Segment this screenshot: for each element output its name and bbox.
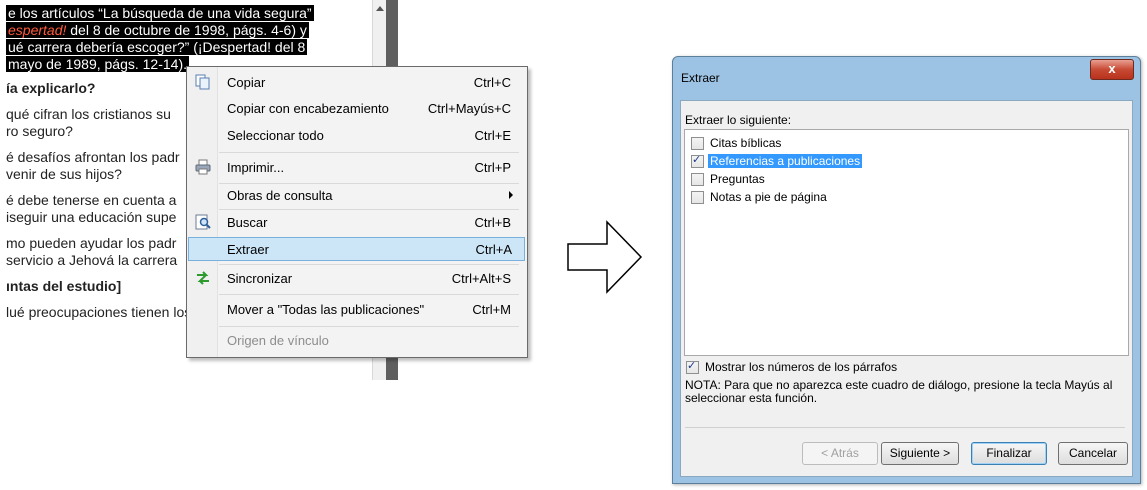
doc-line: mayo de 1989, págs. 12-14). <box>6 56 190 72</box>
menu-item-reference-works[interactable]: Obras de consulta <box>189 184 523 206</box>
menu-item-label: Mover a "Todas las publicaciones" <box>227 302 425 317</box>
doc-line: e los artículos “La búsqueda de una vida… <box>6 5 314 21</box>
menu-item-label: Obras de consulta <box>227 188 333 203</box>
menu-item-copy-with-header[interactable]: Copiar con encabezamiento Ctrl+Mayús+C <box>189 97 523 119</box>
menu-separator <box>219 209 519 210</box>
menu-item-label: Sincronizar <box>227 271 293 286</box>
close-button[interactable]: x <box>1090 59 1134 80</box>
doc-heading: ıntas del estudio] <box>6 278 122 294</box>
menu-item-synchronize[interactable]: Sincronizar Ctrl+Alt+S <box>189 267 523 289</box>
scroll-up-icon[interactable] <box>376 6 384 11</box>
menu-separator <box>219 264 519 265</box>
doc-line: é desafíos afrontan los padr <box>6 149 180 165</box>
doc-line: mo pueden ayudar los padr <box>6 235 177 251</box>
menu-item-label: Buscar <box>227 215 268 230</box>
checkbox-bible-citations[interactable] <box>691 137 704 150</box>
extract-options-list[interactable]: Citas bíblicas Referencias a publicacion… <box>684 129 1129 356</box>
doc-line: venir de sus hijos? <box>6 166 122 182</box>
checkbox-questions[interactable] <box>691 173 704 186</box>
menu-item-shortcut: Ctrl+Alt+S <box>451 271 511 286</box>
menu-item-shortcut: Ctrl+B <box>474 215 511 230</box>
menu-item-shortcut: Ctrl+E <box>474 128 511 143</box>
menu-item-label: Origen de vínculo <box>227 333 329 348</box>
menu-separator <box>219 326 519 327</box>
dialog-title: Extraer <box>681 71 720 85</box>
menu-item-select-all[interactable]: Seleccionar todo Ctrl+E <box>189 124 523 146</box>
search-icon <box>195 214 211 230</box>
dialog-note: NOTA: Para que no aparezca este cuadro d… <box>685 378 1113 405</box>
menu-item-label: Extraer <box>227 242 269 257</box>
menu-item-label: Seleccionar todo <box>227 128 324 143</box>
menu-item-shortcut: Ctrl+P <box>474 160 511 175</box>
right-arrow-icon <box>567 220 643 294</box>
doc-line: é debe tenerse en cuenta a <box>6 192 177 208</box>
menu-item-label: Imprimir... <box>227 160 285 175</box>
extract-dialog: Extraer x Extraer lo siguiente: Citas bí… <box>672 56 1141 484</box>
next-button[interactable]: Siguiente > <box>881 442 959 465</box>
menu-item-link-origin[interactable]: Origen de vínculo <box>189 329 523 351</box>
menu-item-copy[interactable]: Copiar Ctrl+C <box>189 71 523 93</box>
sync-arrows-icon <box>197 271 209 285</box>
menu-item-label: Copiar <box>227 75 266 90</box>
doc-line: qué cifran los cristianos su <box>6 106 171 122</box>
checkbox-footnotes[interactable] <box>691 191 704 204</box>
menu-item-extract[interactable]: Extraer Ctrl+A <box>188 237 525 261</box>
extract-header-label: Extraer lo siguiente: <box>685 113 792 127</box>
menu-separator <box>219 294 519 295</box>
doc-line-italic: espertad! <box>8 22 67 38</box>
printer-icon <box>195 159 211 175</box>
copy-icon <box>195 74 210 90</box>
dialog-divider <box>685 427 1125 428</box>
close-icon: x <box>1108 61 1116 76</box>
checkbox-show-paragraph-numbers[interactable] <box>686 359 699 374</box>
menu-item-shortcut: Ctrl+Mayús+C <box>427 101 511 116</box>
menu-item-shortcut: Ctrl+A <box>475 242 512 257</box>
cancel-button[interactable]: Cancelar <box>1058 442 1128 465</box>
menu-item-move-to-all-publications[interactable]: Mover a "Todas las publicaciones" Ctrl+M <box>189 298 523 320</box>
checkbox-publication-references[interactable] <box>691 153 704 168</box>
finish-button[interactable]: Finalizar <box>971 442 1047 465</box>
menu-item-shortcut: Ctrl+C <box>473 75 511 90</box>
menu-item-print[interactable]: Imprimir... Ctrl+P <box>189 156 523 178</box>
option-label: Citas bíblicas <box>710 136 782 150</box>
back-button[interactable]: < Atrás <box>802 442 878 465</box>
option-label: Preguntas <box>710 172 765 186</box>
option-label: Notas a pie de página <box>710 190 827 204</box>
doc-line: espertad! del 8 de octubre de 1998, págs… <box>6 22 309 39</box>
menu-item-label: Copiar con encabezamiento <box>227 101 389 116</box>
doc-line-rest: del 8 de octubre de 1998, págs. 4-6) y <box>70 22 307 38</box>
menu-item-shortcut: Ctrl+M <box>472 302 511 317</box>
submenu-arrow-icon <box>509 191 513 199</box>
dialog-body: Extraer lo siguiente: Citas bíblicas Ref… <box>680 100 1133 477</box>
doc-heading: ía explicarlo? <box>6 80 96 96</box>
option-label: Referencias a publicaciones <box>708 154 863 168</box>
doc-line: ro seguro? <box>6 123 73 139</box>
context-menu: Copiar Ctrl+C Copiar con encabezamiento … <box>186 66 528 358</box>
option-label: Mostrar los números de los párrafos <box>705 360 898 374</box>
doc-line: iseguir una educación supe <box>6 209 177 225</box>
doc-line: servicio a Jehová la carrera <box>6 252 178 268</box>
doc-line: ué carrera debería escoger?” (¡Despertad… <box>6 39 308 55</box>
menu-separator <box>219 152 519 153</box>
menu-item-search[interactable]: Buscar Ctrl+B <box>189 211 523 233</box>
